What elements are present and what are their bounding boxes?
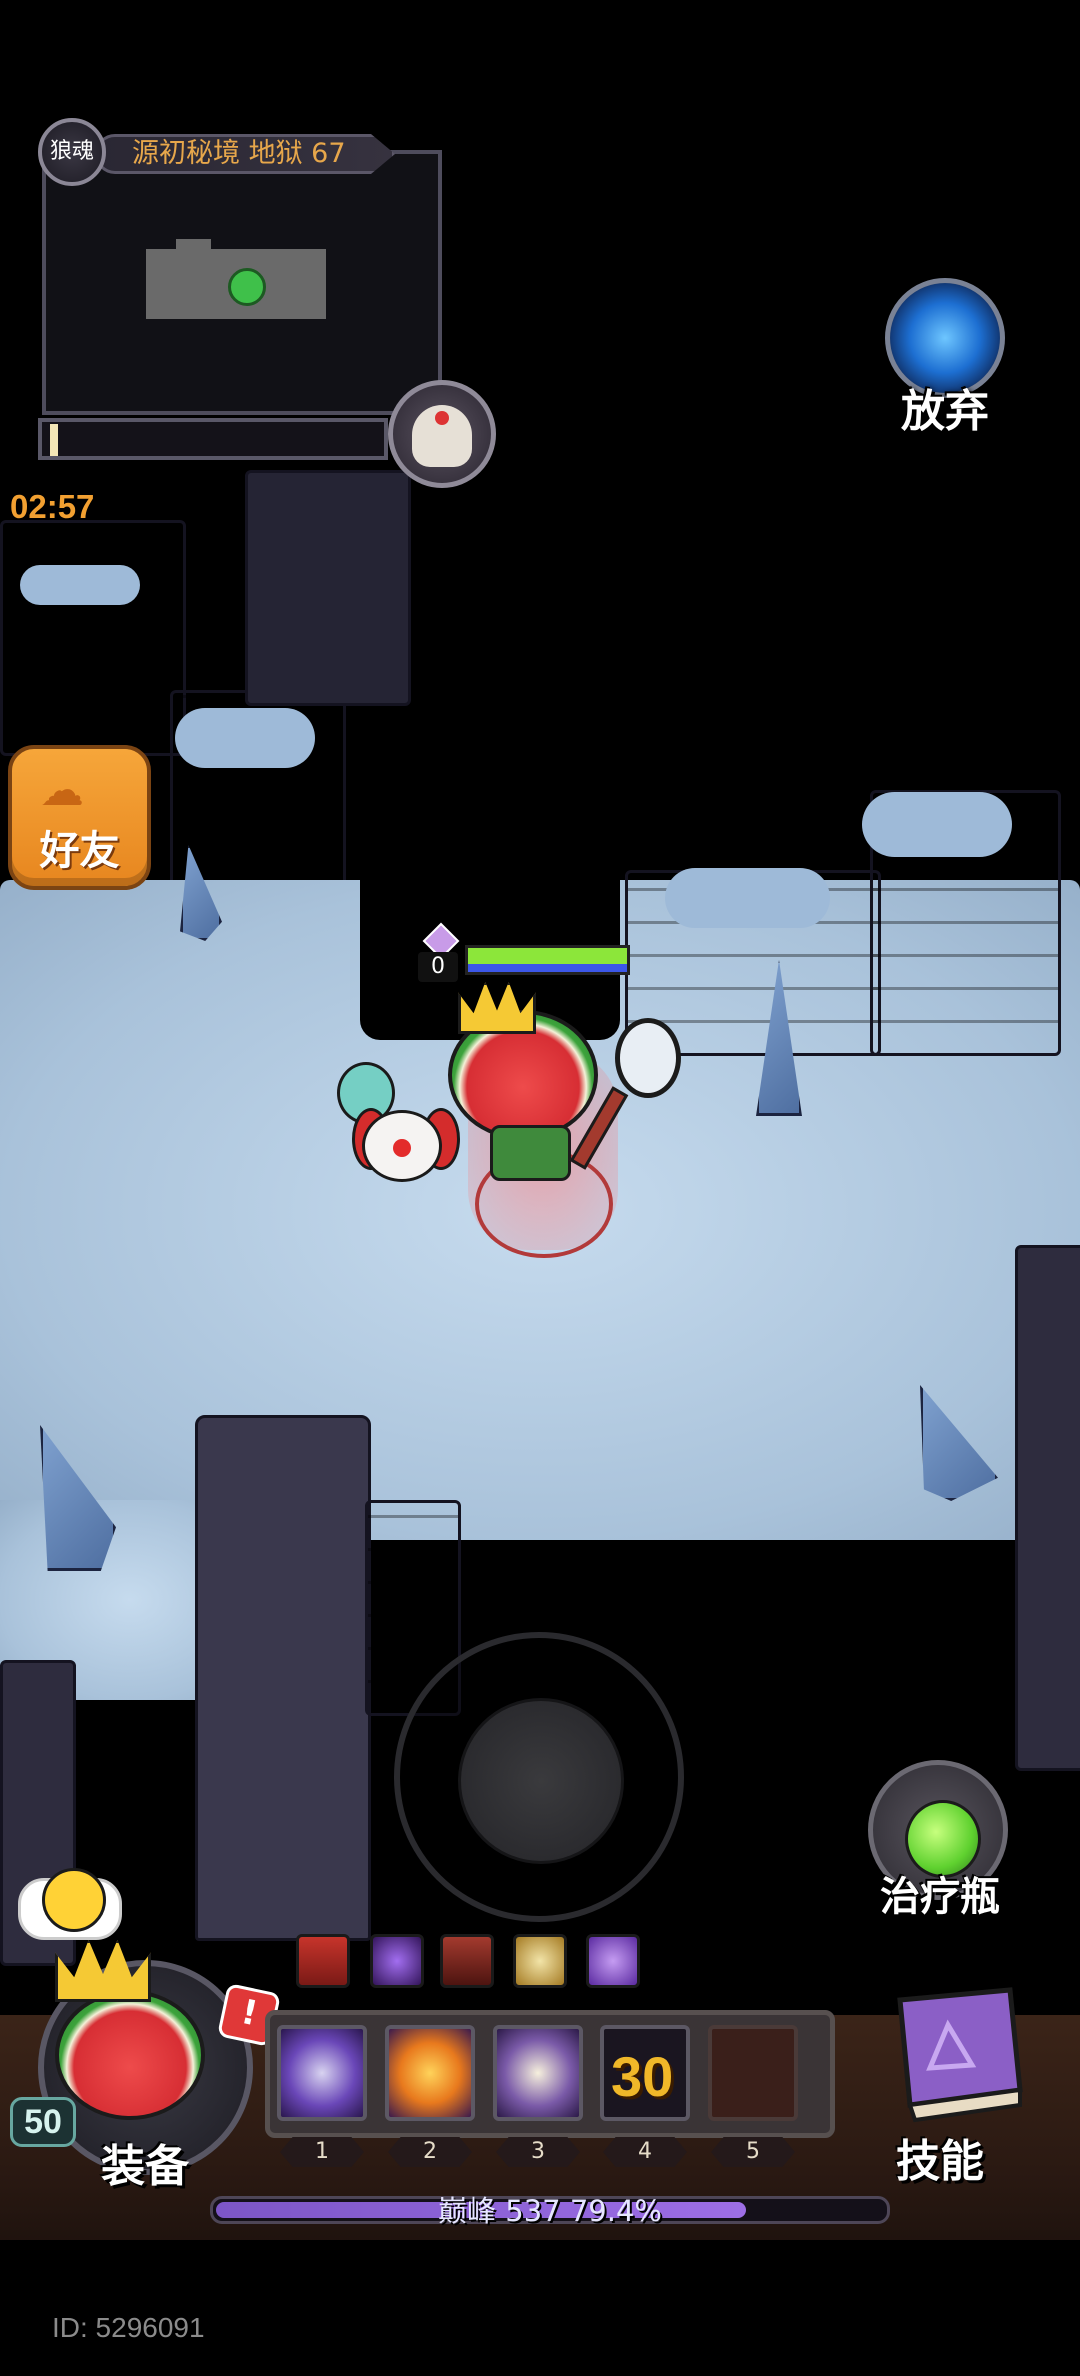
- countdown-timer: 02:57: [10, 488, 95, 525]
- potion-label[interactable]: 治疗瓶: [855, 1864, 1025, 1922]
- joystick-knob[interactable]: [458, 1698, 624, 1864]
- equip-label[interactable]: 装备: [60, 2130, 230, 2194]
- skill-cooldown-value: 30: [611, 2045, 674, 2108]
- snow-patch: [175, 708, 315, 768]
- skull-eye: [435, 411, 449, 425]
- red-buff-icon[interactable]: [296, 1934, 350, 1988]
- arrow-up-buff-icon[interactable]: [586, 1934, 640, 1988]
- xp-text: 巅峰 537 79.4%: [438, 2194, 662, 2228]
- mirror-staff-icon: [615, 1018, 681, 1098]
- player-location-marker: [228, 268, 266, 306]
- helmet-buff-icon[interactable]: [513, 1934, 567, 1988]
- stage-progress-bar: [38, 418, 388, 460]
- slot-number: 5: [711, 2137, 795, 2167]
- purple-gem-buff-icon[interactable]: [370, 1934, 424, 1988]
- emoji-icon[interactable]: [42, 1868, 106, 1932]
- bottom-background: [0, 2240, 1080, 2376]
- snow-patch: [665, 868, 830, 928]
- wall-block: [245, 470, 411, 706]
- cloud-icon: ☁: [40, 765, 84, 816]
- stage-progress-fill: [50, 424, 58, 456]
- player-body: [490, 1125, 571, 1181]
- wall-block: [1015, 1245, 1080, 1771]
- skull-icon: [412, 405, 472, 467]
- clown-nose: [393, 1139, 411, 1157]
- player-mana-fill: [468, 964, 627, 972]
- clown-pet: [362, 1110, 442, 1182]
- stone-pillar: [195, 1415, 371, 1941]
- faction-badge: 狼魂: [38, 118, 106, 186]
- comet-skill-icon[interactable]: [277, 2025, 367, 2121]
- gear-buff-icon[interactable]: [440, 1934, 494, 1988]
- minimap[interactable]: [42, 150, 442, 415]
- skills-label[interactable]: 技能: [855, 2125, 1025, 2189]
- book-icon[interactable]: [860, 1980, 1035, 2130]
- slot-number: 3: [496, 2137, 580, 2167]
- character-portrait[interactable]: [55, 1990, 205, 2120]
- minimap-room: [176, 239, 211, 254]
- gem-count: 0: [418, 952, 458, 982]
- friends-button-label[interactable]: 好友: [8, 818, 151, 876]
- snow-patch: [20, 565, 140, 605]
- shell-skill-icon[interactable]: [493, 2025, 583, 2121]
- wall-block: [0, 520, 186, 756]
- slot-number: 4: [603, 2137, 687, 2167]
- empty-skill-slot[interactable]: [708, 2025, 798, 2121]
- player-health-fill: [468, 948, 627, 964]
- stage-title: 源初秘境 地狱 67: [132, 138, 346, 169]
- snow-patch: [862, 792, 1012, 857]
- slot-number: 2: [388, 2137, 472, 2167]
- fireball-skill-icon[interactable]: [385, 2025, 475, 2121]
- slot-number: 1: [280, 2137, 364, 2167]
- abandon-button-label[interactable]: 放弃: [880, 375, 1010, 439]
- player-id: ID: 5296091: [52, 2312, 205, 2343]
